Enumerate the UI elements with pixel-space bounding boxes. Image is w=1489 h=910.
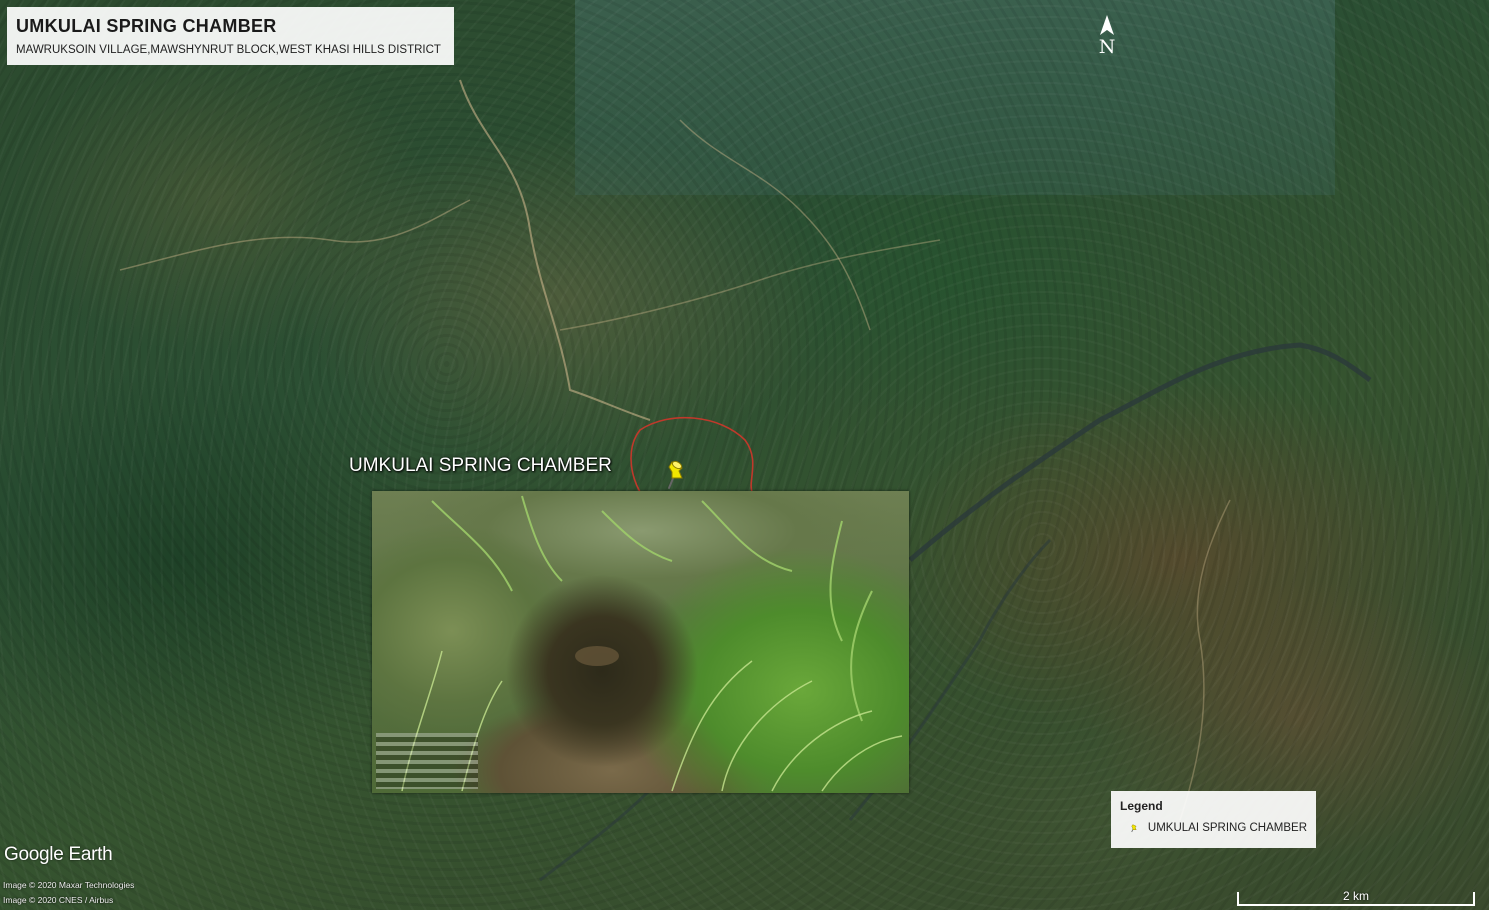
north-arrow-icon [1100, 15, 1114, 35]
scale-bar: 2 km [1237, 886, 1475, 906]
legend-box: Legend UMKULAI SPRING CHAMBER [1111, 791, 1316, 848]
road-network-5 [1179, 499, 1231, 821]
road-network-3 [679, 119, 871, 331]
road-network [459, 79, 651, 421]
scale-line [1237, 904, 1475, 906]
village-boundary [630, 416, 754, 493]
yellow-pushpin-icon [1131, 824, 1137, 833]
yellow-pushpin-icon[interactable] [660, 458, 690, 492]
road-network-2 [119, 199, 471, 271]
legend-item: UMKULAI SPRING CHAMBER [1120, 820, 1307, 836]
photo-geotag-stamp [376, 733, 478, 789]
road-network-4 [559, 239, 941, 331]
placemark-label[interactable]: UMKULAI SPRING CHAMBER [349, 455, 612, 477]
scale-tick [1473, 892, 1475, 906]
north-arrow: N [1095, 15, 1119, 63]
spring-chamber-photo [372, 491, 909, 793]
imagery-credit: Image © 2020 Maxar Technologies [3, 880, 135, 890]
north-label: N [1098, 36, 1116, 58]
legend-title: Legend [1120, 799, 1163, 813]
scale-tick [1237, 892, 1239, 906]
title-box: UMKULAI SPRING CHAMBER MAWRUKSOIN VILLAG… [7, 7, 454, 65]
legend-item-label: UMKULAI SPRING CHAMBER [1147, 822, 1307, 834]
river [908, 342, 1372, 562]
map-subtitle: MAWRUKSOIN VILLAGE,MAWSHYNRUT BLOCK,WEST… [16, 44, 441, 56]
map-title: UMKULAI SPRING CHAMBER [16, 16, 277, 36]
scale-label: 2 km [1342, 889, 1369, 903]
imagery-credit: Image © 2020 CNES / Airbus [3, 895, 114, 905]
river-3 [539, 788, 652, 882]
google-earth-logo: Google Earth [4, 844, 113, 865]
